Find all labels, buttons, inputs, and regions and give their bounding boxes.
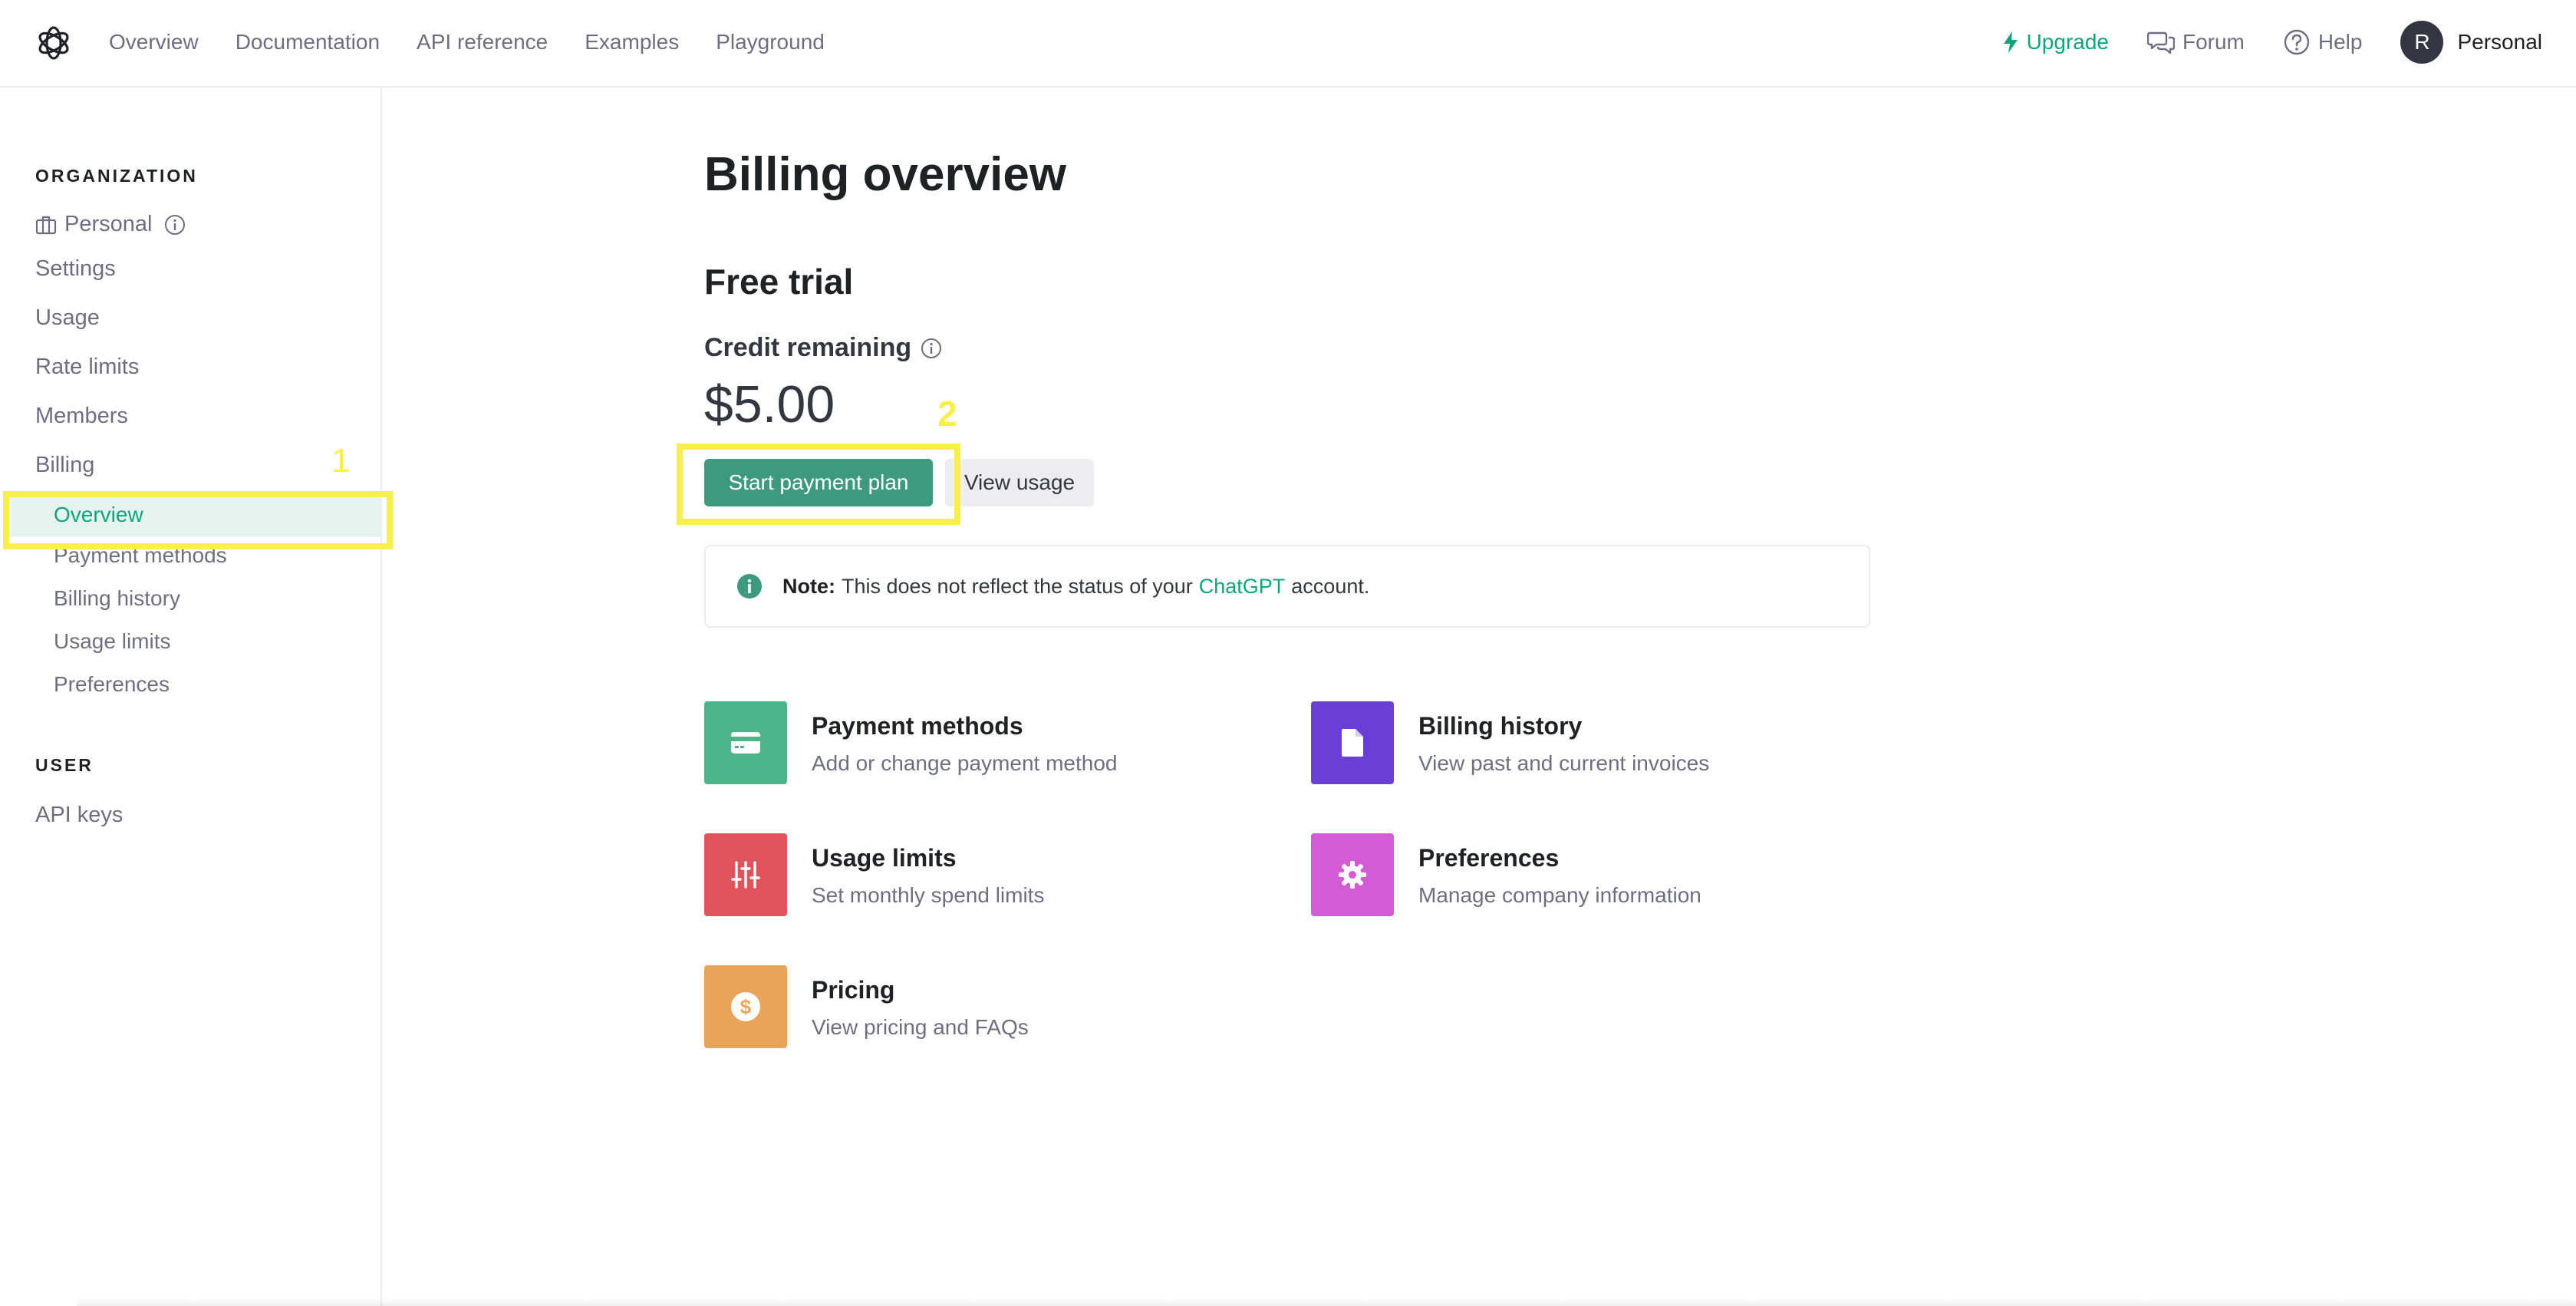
card-description: Add or change payment method <box>812 751 1118 775</box>
card-payment-methods[interactable]: Payment methods Add or change payment me… <box>704 701 1117 784</box>
card-description: Manage company information <box>1418 883 1701 907</box>
openai-logo-icon[interactable] <box>34 23 74 63</box>
nav-documentation[interactable]: Documentation <box>236 30 380 54</box>
nav-playground[interactable]: Playground <box>716 30 825 54</box>
chat-bubbles-icon <box>2146 31 2175 54</box>
note-text: This does not reflect the status of your <box>842 574 1193 598</box>
card-usage-limits[interactable]: Usage limits Set monthly spend limits <box>704 833 1044 916</box>
nav-examples[interactable]: Examples <box>585 30 679 54</box>
bottom-shadow <box>77 1298 2576 1306</box>
card-title: Pricing <box>812 976 895 1004</box>
forum-link[interactable]: Forum <box>2146 30 2245 54</box>
credit-label-text: Credit remaining <box>704 333 912 362</box>
sidebar-item-rate-limits[interactable]: Rate limits <box>35 355 139 380</box>
card-title: Payment methods <box>812 712 1023 740</box>
gear-icon <box>1311 833 1394 916</box>
sidebar-subitem-payment-methods[interactable]: Payment methods <box>54 543 227 568</box>
card-title: Preferences <box>1418 844 1560 872</box>
organization-heading: ORGANIZATION <box>35 166 198 186</box>
svg-text:$: $ <box>740 995 752 1018</box>
forum-label: Forum <box>2182 30 2245 54</box>
sidebar-item-usage[interactable]: Usage <box>35 305 100 331</box>
card-billing-history[interactable]: Billing history View past and current in… <box>1311 701 1709 784</box>
org-name: Personal <box>64 212 153 236</box>
card-description: View pricing and FAQs <box>812 1015 1029 1039</box>
document-icon <box>1311 701 1394 784</box>
info-icon[interactable] <box>921 338 942 359</box>
sidebar-item-settings[interactable]: Settings <box>35 256 116 282</box>
info-filled-icon <box>737 574 762 599</box>
top-right-menu: Upgrade Forum Help R Personal <box>1964 0 2542 84</box>
sidebar: ORGANIZATION Personal Settings Usage Rat… <box>0 87 382 1306</box>
card-pricing[interactable]: $ Pricing View pricing and FAQs <box>704 965 1029 1048</box>
sidebar-item-members[interactable]: Members <box>35 404 128 429</box>
avatar: R <box>2400 21 2444 64</box>
nav-api-reference[interactable]: API reference <box>417 30 548 54</box>
view-usage-button[interactable]: View usage <box>945 459 1094 506</box>
help-label: Help <box>2317 30 2363 54</box>
card-text: Preferences Manage company information <box>1418 833 1701 916</box>
org-selector[interactable]: Personal <box>35 212 193 237</box>
top-bar: Overview Documentation API reference Exa… <box>0 0 2576 87</box>
dollar-icon: $ <box>704 965 787 1048</box>
plan-title: Free trial <box>704 262 854 302</box>
credit-remaining-label: Credit remaining <box>704 333 942 363</box>
account-label: Personal <box>2457 30 2542 54</box>
credit-amount: $5.00 <box>704 375 835 434</box>
account-menu[interactable]: R Personal <box>2400 21 2542 64</box>
annotation-marker-1: 1 <box>331 442 351 480</box>
note-text-end: account. <box>1291 574 1370 598</box>
start-payment-plan-button[interactable]: Start payment plan <box>704 459 933 506</box>
credit-card-icon <box>704 701 787 784</box>
briefcase-icon <box>35 216 57 234</box>
card-description: View past and current invoices <box>1418 751 1710 775</box>
chatgpt-link[interactable]: ChatGPT <box>1199 575 1286 599</box>
card-description: Set monthly spend limits <box>812 883 1045 907</box>
card-text: Payment methods Add or change payment me… <box>812 701 1117 784</box>
sliders-icon <box>704 833 787 916</box>
card-text: Usage limits Set monthly spend limits <box>812 833 1044 916</box>
sidebar-subitem-overview[interactable]: Overview <box>8 493 382 537</box>
card-title: Usage limits <box>812 844 957 872</box>
sidebar-item-billing[interactable]: Billing <box>35 453 94 478</box>
card-title: Billing history <box>1418 712 1583 740</box>
card-preferences[interactable]: Preferences Manage company information <box>1311 833 1701 916</box>
help-circle-icon <box>2284 29 2310 55</box>
upgrade-label: Upgrade <box>2026 30 2109 54</box>
card-text: Billing history View past and current in… <box>1418 701 1709 784</box>
user-heading: USER <box>35 755 94 775</box>
sidebar-item-api-keys[interactable]: API keys <box>35 803 123 828</box>
sidebar-subitem-billing-history[interactable]: Billing history <box>54 586 180 611</box>
page-title: Billing overview <box>704 148 1067 201</box>
card-text: Pricing View pricing and FAQs <box>812 965 1029 1048</box>
note-label: Note: <box>782 574 835 598</box>
sidebar-subitem-usage-limits[interactable]: Usage limits <box>54 629 170 654</box>
note-banner: Note: This does not reflect the status o… <box>704 545 1870 628</box>
help-link[interactable]: Help <box>2283 28 2363 56</box>
nav-overview[interactable]: Overview <box>109 30 199 54</box>
sidebar-subitem-preferences[interactable]: Preferences <box>54 672 170 697</box>
lightning-icon <box>2003 31 2018 53</box>
upgrade-link[interactable]: Upgrade <box>2002 30 2109 54</box>
annotation-marker-2: 2 <box>937 394 957 434</box>
top-nav: Overview Documentation API reference Exa… <box>109 0 861 84</box>
info-icon[interactable] <box>164 214 186 236</box>
